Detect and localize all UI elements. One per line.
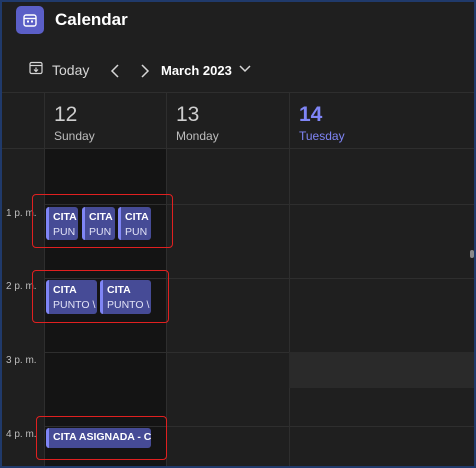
calendar-icon[interactable] xyxy=(16,6,44,34)
month-dropdown-button[interactable] xyxy=(238,62,252,81)
next-week-button[interactable] xyxy=(136,60,154,82)
chevron-left-icon xyxy=(110,64,119,78)
day-name: Monday xyxy=(176,129,219,143)
today-label: Today xyxy=(52,61,90,78)
calendar-window: Calendar Today March 2023 12 Sunday 13 M… xyxy=(0,0,476,468)
day-number: 14 xyxy=(299,103,323,126)
day-name: Tuesday xyxy=(299,129,345,143)
day-header-sunday[interactable]: 12 Sunday xyxy=(44,92,166,148)
chevron-right-icon xyxy=(141,64,150,78)
day-header-monday[interactable]: 13 Monday xyxy=(166,92,289,148)
day-name: Sunday xyxy=(54,129,95,143)
week-grid: 12 Sunday 13 Monday 14 Tuesday 1 p. m. 2… xyxy=(2,92,474,466)
highlight-box xyxy=(36,416,167,460)
calendar-header: Calendar Today March 2023 xyxy=(2,2,474,94)
header-separator xyxy=(2,148,474,149)
month-label[interactable]: March 2023 xyxy=(161,63,232,78)
time-label-3pm: 3 p. m. xyxy=(6,355,37,366)
day-number: 12 xyxy=(54,103,78,126)
day-header-tuesday[interactable]: 14 Tuesday xyxy=(289,92,474,148)
highlight-box xyxy=(32,194,173,248)
day-number: 13 xyxy=(176,103,200,126)
scrollbar-handle[interactable] xyxy=(470,250,474,258)
chevron-down-icon xyxy=(239,65,251,73)
highlight-box xyxy=(32,270,169,323)
time-label-4pm: 4 p. m. xyxy=(6,429,37,440)
busy-time-block xyxy=(289,352,474,388)
calendar-today-icon xyxy=(28,60,44,79)
app-title: Calendar xyxy=(55,10,128,29)
today-button[interactable]: Today xyxy=(28,60,89,79)
previous-week-button[interactable] xyxy=(106,60,124,82)
